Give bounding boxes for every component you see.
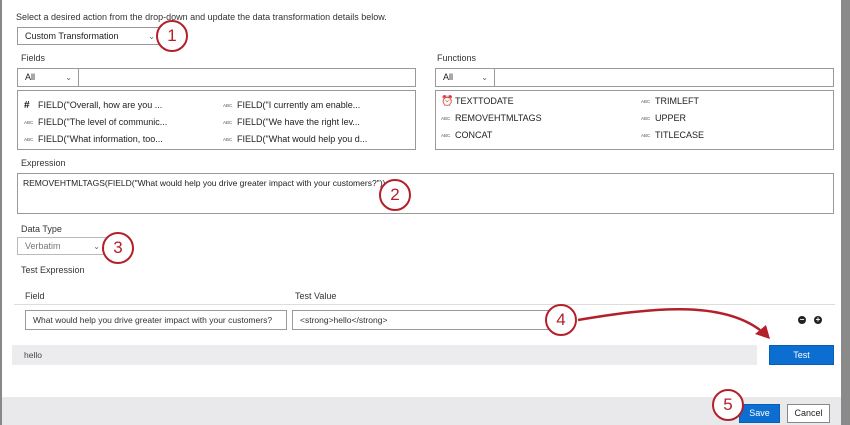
step-marker-1: 1: [156, 20, 188, 52]
step-marker-3: 3: [102, 232, 134, 264]
step-marker-4: 4: [545, 304, 577, 336]
step-marker-2: 2: [379, 179, 411, 211]
annotation-arrow: [577, 308, 770, 339]
step-marker-5: 5: [712, 389, 744, 421]
arrow-line: [577, 308, 761, 332]
